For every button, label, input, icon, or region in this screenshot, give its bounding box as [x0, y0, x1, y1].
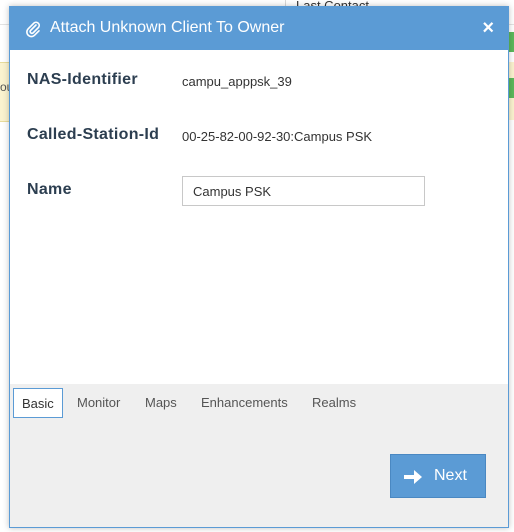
arrow-right-icon	[402, 467, 424, 487]
next-button[interactable]: Next	[390, 454, 486, 498]
dialog-title: Attach Unknown Client To Owner	[50, 19, 285, 36]
tab-monitor[interactable]: Monitor	[69, 388, 128, 418]
attach-client-dialog: Attach Unknown Client To Owner × NAS-Ide…	[9, 6, 509, 528]
close-button[interactable]: ×	[482, 18, 494, 38]
name-input[interactable]	[182, 176, 425, 206]
tab-basic[interactable]: Basic	[13, 388, 63, 418]
called-station-id-value: 00-25-82-00-92-30:Campus PSK	[182, 129, 373, 144]
paperclip-icon	[25, 20, 41, 38]
nas-identifier-label: NAS-Identifier	[27, 71, 138, 88]
dialog-titlebar: Attach Unknown Client To Owner ×	[10, 7, 508, 50]
nas-identifier-value: campu_apppsk_39	[182, 74, 292, 89]
tab-realms[interactable]: Realms	[304, 388, 364, 418]
tab-maps[interactable]: Maps	[137, 388, 185, 418]
called-station-id-label: Called-Station-Id	[27, 126, 160, 143]
name-label: Name	[27, 181, 72, 198]
tab-enhancements[interactable]: Enhancements	[193, 388, 296, 418]
next-button-label: Next	[434, 467, 467, 484]
